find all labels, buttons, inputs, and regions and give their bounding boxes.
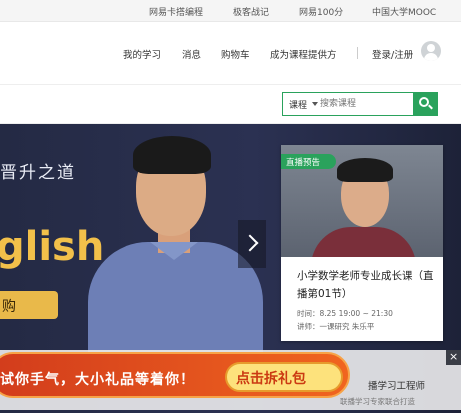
- search-box: 课程: [282, 92, 438, 116]
- banner-headline: 晋升之道: [0, 163, 76, 183]
- gift-promo-bar: 播学习工程师 联播学习专家联合打造 试你手气，大小礼品等着你！ 点击拆礼包 ×: [0, 340, 461, 413]
- avatar-icon[interactable]: [421, 41, 441, 61]
- top-utility-bar: 网易卡搭编程 极客战记 网易100分 中国大学MOOC: [0, 0, 461, 22]
- nav-messages[interactable]: 消息: [182, 47, 201, 61]
- search-row: 课程: [0, 86, 461, 124]
- nav-cart[interactable]: 购物车: [221, 47, 250, 61]
- search-button[interactable]: [413, 92, 438, 116]
- underlay-course-text: 播学习工程师: [368, 381, 426, 392]
- live-tag-badge: 直播预告: [281, 154, 336, 169]
- promo-slogan: 试你手气，大小礼品等着你！: [0, 372, 195, 388]
- search-input[interactable]: [320, 96, 412, 112]
- carousel-next-button[interactable]: [238, 220, 266, 268]
- main-nav: 我的学习 消息 购物车 成为课程提供方 登录/注册: [0, 23, 461, 85]
- login-register-link[interactable]: 登录/注册: [372, 47, 413, 61]
- topbar-link-kada[interactable]: 网易卡搭编程: [149, 5, 203, 18]
- chevron-right-icon: [241, 234, 259, 252]
- nav-become-provider[interactable]: 成为课程提供方: [270, 47, 337, 61]
- underlay-course-subtext: 联播学习专家联合打造: [340, 397, 415, 406]
- topbar-link-100fen[interactable]: 网易100分: [299, 5, 343, 18]
- live-course-title[interactable]: 小学数学老师专业成长课（直播第01节）: [297, 267, 437, 303]
- topbar-link-mooc[interactable]: 中国大学MOOC: [372, 5, 436, 18]
- close-icon: ×: [449, 350, 459, 363]
- page: 网易卡搭编程 极客战记 网易100分 中国大学MOOC 我的学习 消息 购物车 …: [0, 0, 461, 413]
- open-gift-button[interactable]: 点击拆礼包: [225, 362, 343, 392]
- live-course-time: 时间：8.25 19:00 ~ 21:30: [297, 309, 393, 318]
- caret-down-icon[interactable]: [312, 102, 318, 106]
- live-preview-card[interactable]: 直播预告 小学数学老师专业成长课（直播第01节） 时间：8.25 19:00 ~…: [281, 145, 443, 341]
- search-category-select[interactable]: 课程: [289, 98, 307, 111]
- close-promo-button[interactable]: ×: [446, 350, 461, 365]
- topbar-link-codecombat[interactable]: 极客战记: [233, 5, 269, 18]
- banner-buy-button[interactable]: 购: [0, 291, 58, 319]
- live-course-teacher: 讲师：一课研究 朱乐平: [297, 322, 375, 331]
- nav-my-learning[interactable]: 我的学习: [123, 47, 161, 61]
- nav-divider: [357, 47, 358, 59]
